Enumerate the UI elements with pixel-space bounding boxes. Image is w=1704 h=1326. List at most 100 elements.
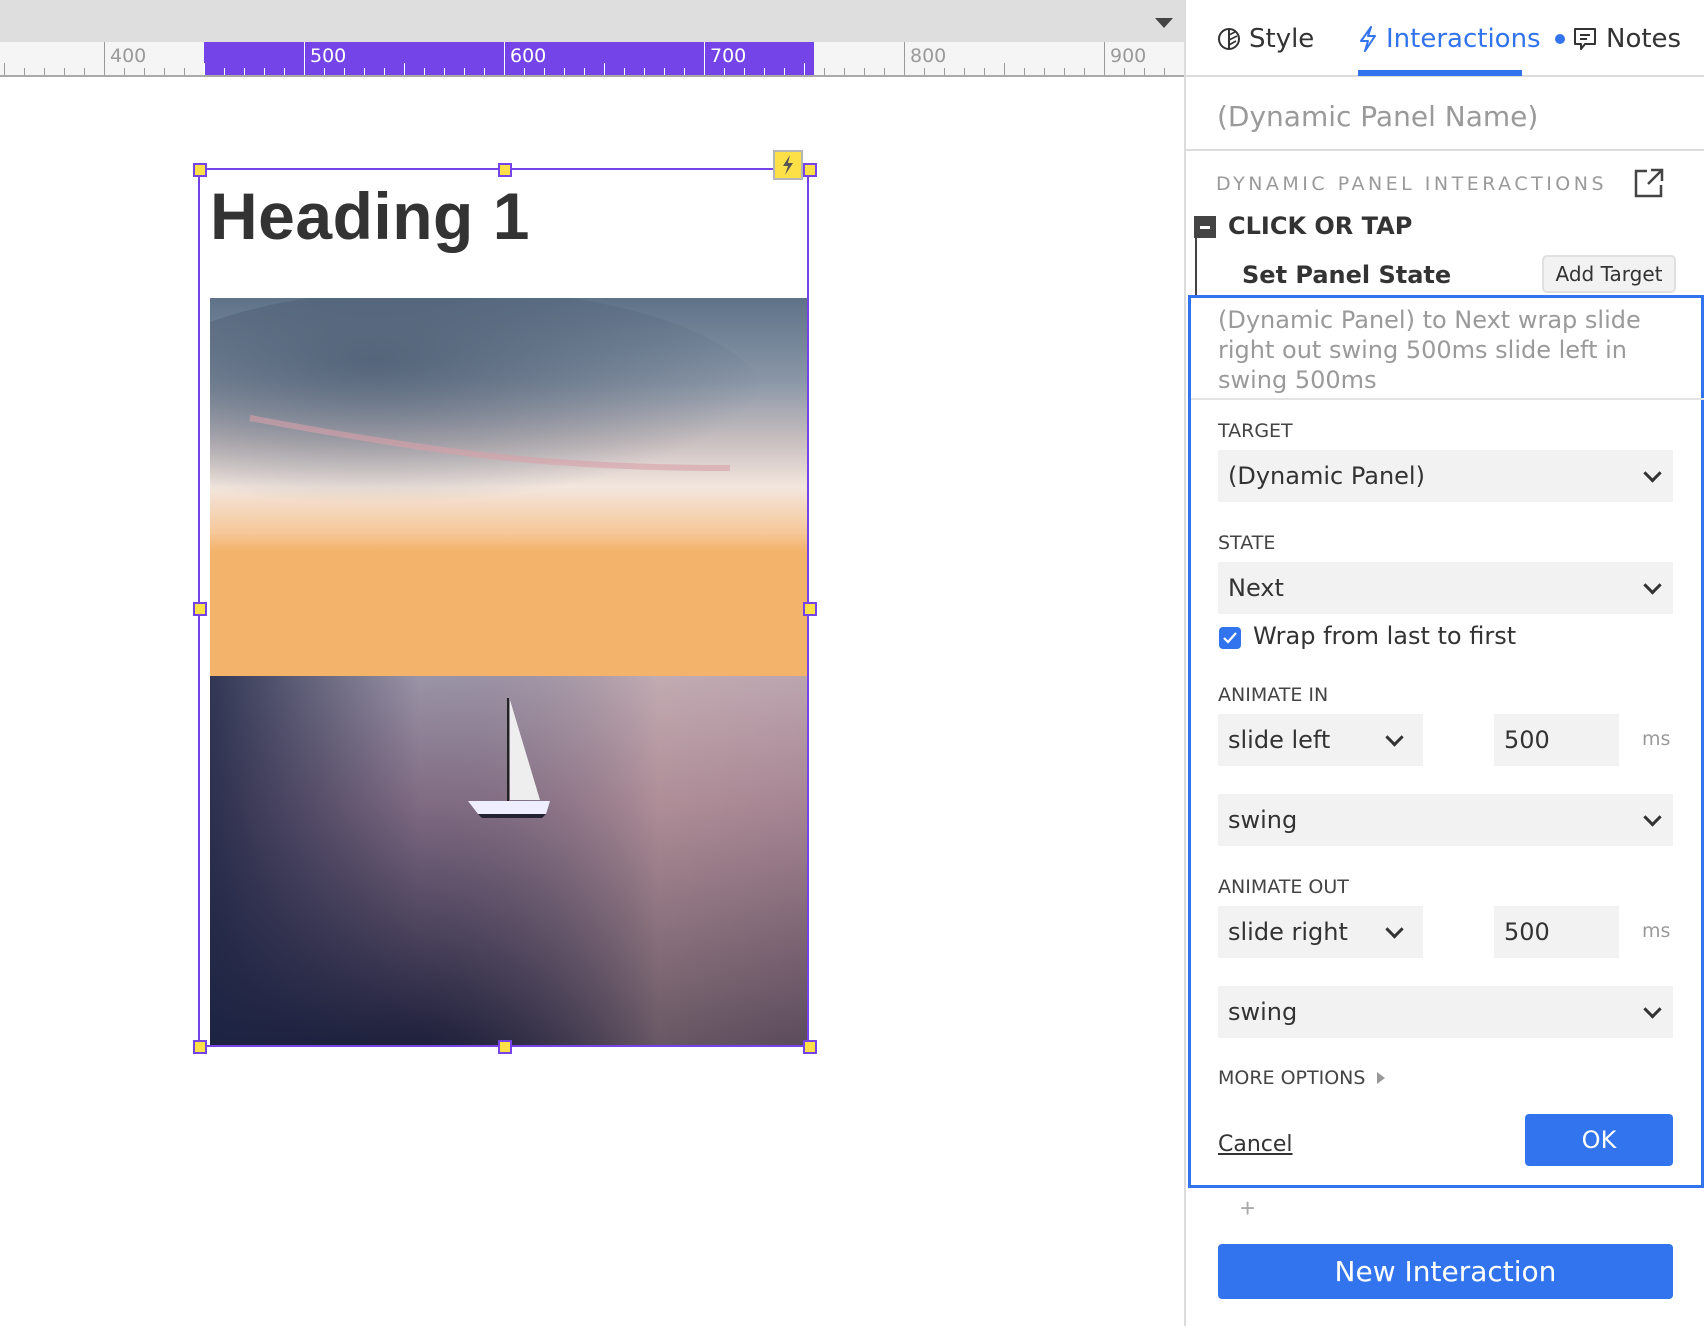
animate-out-select-value: slide right: [1228, 918, 1348, 946]
panel-divider[interactable]: [1184, 0, 1186, 1326]
resize-handle-left[interactable]: [193, 602, 207, 616]
animate-out-select[interactable]: slide right: [1218, 906, 1423, 958]
ms-unit-label: ms: [1642, 728, 1671, 750]
animate-out-label: ANIMATE OUT: [1218, 876, 1349, 898]
ruler-tick: [884, 68, 885, 75]
chevron-down-icon: [1643, 1000, 1662, 1019]
ruler-tick: [944, 68, 945, 75]
action-summary: (Dynamic Panel) to Next wrap slide right…: [1218, 306, 1641, 394]
ruler-tick: [1084, 68, 1085, 75]
animate-in-easing-select[interactable]: swing: [1218, 794, 1673, 846]
popout-icon[interactable]: [1633, 167, 1665, 199]
dropdown-caret-icon[interactable]: [1155, 18, 1173, 28]
ruler-tick: [24, 68, 25, 75]
ruler-tick: [984, 68, 985, 75]
event-label[interactable]: CLICK OR TAP: [1228, 212, 1412, 240]
ruler-tick: [284, 68, 285, 75]
animate-in-duration-input[interactable]: 500: [1494, 714, 1619, 766]
ruler-tick: [524, 68, 525, 75]
ruler-tick: [384, 68, 385, 75]
more-options-toggle[interactable]: MORE OPTIONS: [1218, 1067, 1386, 1089]
ruler-tick: [704, 42, 705, 75]
ruler-tick: [324, 68, 325, 75]
ruler-tick: [144, 68, 145, 75]
ruler-tick: [344, 68, 345, 75]
animate-out-duration-input[interactable]: 500: [1494, 906, 1619, 958]
cancel-button[interactable]: Cancel: [1218, 1132, 1293, 1157]
chevron-down-icon: [1643, 576, 1662, 595]
ruler-label: 800: [910, 45, 947, 67]
wrap-label[interactable]: Wrap from last to first: [1253, 622, 1516, 650]
animate-in-easing-value: swing: [1228, 806, 1298, 834]
tab-style[interactable]: Style: [1217, 24, 1314, 54]
ruler-tick: [484, 68, 485, 75]
style-icon: [1218, 28, 1240, 50]
ruler-tick: [424, 68, 425, 75]
ruler-tick: [1024, 68, 1025, 75]
resize-handle-top-right[interactable]: [803, 163, 817, 177]
ruler-tick: [904, 42, 905, 75]
wrap-checkbox[interactable]: [1219, 627, 1241, 649]
state-select[interactable]: Next: [1218, 562, 1673, 614]
divider: [1191, 398, 1704, 400]
ruler-tick: [404, 63, 405, 75]
chevron-down-icon: [1643, 808, 1662, 827]
animate-in-select[interactable]: slide left: [1218, 714, 1423, 766]
dynamic-panel-selection-frame[interactable]: [198, 168, 809, 1047]
canvas-toolbar: [0, 0, 1185, 42]
ruler-tick: [44, 68, 45, 75]
ruler-tick: [784, 68, 785, 75]
checkmark-icon: [1223, 632, 1237, 644]
horizontal-ruler: 400 500 600 700 800 900: [0, 42, 1185, 77]
ruler-tick: [564, 68, 565, 75]
ruler-tick: [4, 63, 5, 75]
new-interaction-button[interactable]: New Interaction: [1218, 1244, 1673, 1299]
ruler-tick: [624, 68, 625, 75]
ruler-tick: [584, 68, 585, 75]
more-options-label: MORE OPTIONS: [1218, 1067, 1366, 1089]
ruler-tick: [444, 68, 445, 75]
ok-button[interactable]: OK: [1525, 1114, 1673, 1166]
tab-interactions[interactable]: Interactions: [1358, 24, 1565, 54]
action-label[interactable]: Set Panel State: [1242, 261, 1451, 289]
ruler-tick: [264, 68, 265, 75]
widget-name-input[interactable]: (Dynamic Panel Name): [1217, 100, 1538, 133]
ruler-label: 500: [310, 45, 347, 67]
notes-icon: [1574, 28, 1596, 50]
caret-right-icon: [1377, 1072, 1386, 1084]
ruler-tick: [864, 68, 865, 75]
ruler-tick: [104, 42, 105, 75]
ruler-tick: [824, 68, 825, 75]
animate-out-easing-select[interactable]: swing: [1218, 986, 1673, 1038]
add-target-button[interactable]: Add Target: [1542, 255, 1676, 293]
resize-handle-top[interactable]: [498, 163, 512, 177]
resize-handle-bottom-right[interactable]: [803, 1040, 817, 1054]
state-label: STATE: [1218, 532, 1276, 554]
ruler-tick: [644, 68, 645, 75]
ruler-tick: [224, 68, 225, 75]
resize-handle-bottom-left[interactable]: [193, 1040, 207, 1054]
target-select[interactable]: (Dynamic Panel): [1218, 450, 1673, 502]
collapse-event-button[interactable]: [1194, 216, 1216, 238]
section-title: DYNAMIC PANEL INTERACTIONS: [1216, 173, 1608, 195]
ruler-tick: [304, 42, 305, 75]
resize-handle-top-left[interactable]: [193, 163, 207, 177]
resize-handle-right[interactable]: [803, 602, 817, 616]
resize-handle-bottom[interactable]: [498, 1040, 512, 1054]
interaction-badge[interactable]: [773, 150, 803, 180]
tab-notes[interactable]: Notes: [1572, 24, 1681, 54]
chevron-down-icon: [1385, 728, 1404, 747]
ruler-label: 600: [510, 45, 547, 67]
ruler-label: 900: [1110, 45, 1147, 67]
ruler-tick: [124, 68, 125, 75]
add-action-button[interactable]: +: [1240, 1193, 1255, 1224]
animate-out-easing-value: swing: [1228, 998, 1298, 1026]
animate-in-select-value: slide left: [1228, 726, 1331, 754]
ruler-tick: [1104, 42, 1105, 75]
ruler-tick: [664, 68, 665, 75]
animate-in-duration-value: 500: [1504, 726, 1550, 754]
heading-text[interactable]: Heading 1: [210, 178, 530, 254]
animate-in-label: ANIMATE IN: [1218, 684, 1329, 706]
tab-notes-label: Notes: [1606, 24, 1682, 54]
ruler-tick: [1064, 68, 1065, 75]
